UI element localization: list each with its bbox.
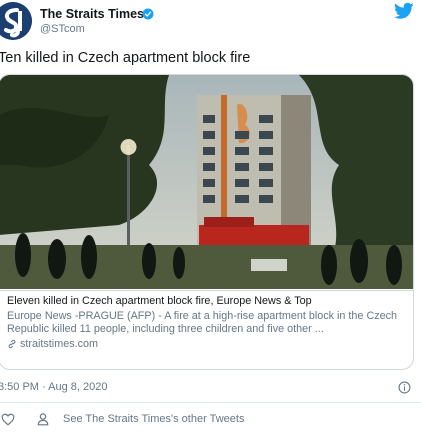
twitter-bird-icon[interactable] — [394, 2, 414, 20]
info-icon[interactable] — [398, 381, 411, 394]
display-name[interactable]: The Straits Times — [40, 7, 144, 21]
action-bar: See The Straits Times's other Tweets — [0, 408, 421, 439]
tweet-embed: The Straits Times @STcom Ten killed in C… — [0, 0, 421, 439]
other-tweets-link[interactable]: See The Straits Times's other Tweets — [63, 413, 244, 425]
tweet-text: Ten killed in Czech apartment block fire — [0, 50, 251, 66]
divider — [0, 402, 421, 403]
avatar[interactable] — [0, 2, 32, 40]
tweet-header: The Straits Times @STcom — [0, 0, 421, 44]
straits-times-logo-icon — [0, 2, 32, 40]
card-domain: straitstimes.com — [7, 338, 98, 350]
card-body[interactable]: Eleven killed in Czech apartment block f… — [0, 290, 413, 369]
tweet-timestamp[interactable]: 3:50 PM · Aug 8, 2020 — [0, 381, 107, 393]
link-card[interactable]: Eleven killed in Czech apartment block f… — [0, 74, 414, 370]
heart-icon[interactable] — [1, 413, 15, 426]
user-handle[interactable]: @STcom — [40, 23, 85, 35]
link-icon — [8, 339, 16, 349]
card-title[interactable]: Eleven killed in Czech apartment block f… — [7, 295, 312, 307]
profile-icon[interactable] — [37, 413, 49, 426]
card-domain-text: straitstimes.com — [20, 338, 98, 350]
card-description: Europe News -PRAGUE (AFP) - A fire at a … — [7, 310, 398, 335]
apartment-block-fire-photo — [0, 75, 413, 289]
verified-badge-icon — [142, 8, 154, 20]
